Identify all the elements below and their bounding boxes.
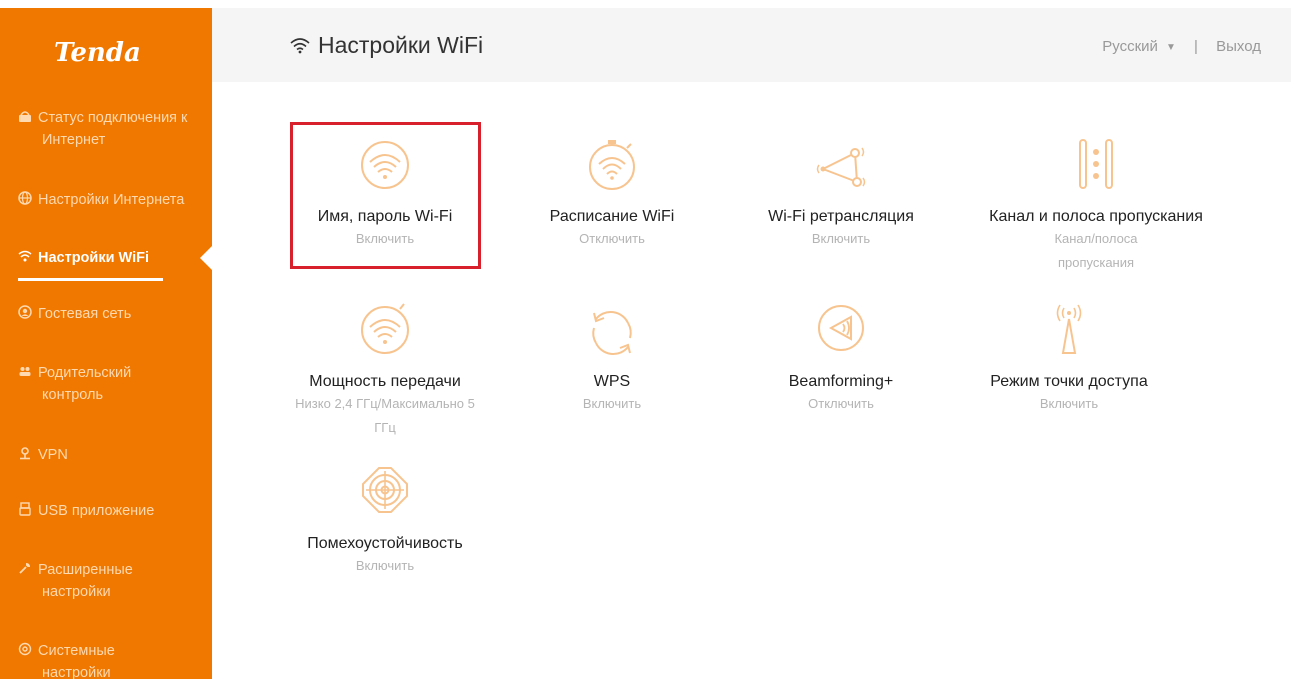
caret-down-icon: ▼ <box>1165 42 1176 53</box>
sidebar-item-vpn[interactable]: VPN <box>18 444 208 466</box>
sidebar-item-label: Расширенные <box>38 562 133 578</box>
header-actions: Русский ▼ | Выход <box>1102 38 1261 55</box>
page-title-text: Настройки WiFi <box>318 32 484 58</box>
guest-network-icon <box>18 305 32 319</box>
gear-icon <box>18 642 32 656</box>
header-separator: | <box>1194 38 1198 55</box>
sidebar-item-label: USB приложение <box>38 503 155 519</box>
sidebar-item-label: VPN <box>38 447 68 463</box>
sidebar-item-label: Настройки WiFi <box>38 250 150 266</box>
tile-wps[interactable]: WPS Включить <box>517 303 707 416</box>
active-underline <box>18 278 163 281</box>
wrench-icon <box>18 561 32 575</box>
tile-access-point-mode[interactable]: Режим точки доступа Включить <box>974 303 1164 416</box>
sidebar-item-label-line2: Интернет <box>42 132 106 148</box>
tile-beamforming[interactable]: Beamforming+ Отключить <box>746 303 936 416</box>
sidebar: Tenda Статус подключения к Интернет Наст… <box>0 8 212 679</box>
tile-label: Wi-Fi ретрансляция <box>768 208 914 225</box>
channel-bandwidth-icon <box>1079 139 1113 189</box>
sidebar-item-wifi-settings[interactable]: Настройки WiFi <box>18 247 208 281</box>
tenda-logo: Tenda <box>54 38 141 68</box>
sidebar-item-label: Настройки Интернета <box>38 192 185 208</box>
sidebar-item-label: Статус подключения к <box>38 110 188 126</box>
sidebar-item-usb[interactable]: USB приложение <box>18 500 208 522</box>
tile-label: Канал и полоса пропускания <box>989 208 1203 225</box>
tile-status: Низко 2,4 ГГц/Максимально 5 ГГц <box>295 396 475 435</box>
tile-label: Расписание WiFi <box>549 208 675 225</box>
tile-status: Включить <box>582 396 642 411</box>
language-value: Русский <box>1102 38 1158 55</box>
tile-label: Имя, пароль Wi-Fi <box>317 208 453 225</box>
sidebar-item-label-line2: контроль <box>42 387 104 403</box>
language-select[interactable]: Русский ▼ <box>1102 38 1176 55</box>
logout-link[interactable]: Выход <box>1216 38 1261 55</box>
tile-anti-interference[interactable]: Помехоустойчивость Включить <box>290 465 480 578</box>
wifi-icon <box>18 249 32 263</box>
tile-status: Включить <box>1039 396 1099 411</box>
internet-status-icon <box>18 109 32 123</box>
access-point-icon <box>1056 304 1082 354</box>
sidebar-item-guest-network[interactable]: Гостевая сеть <box>18 303 208 325</box>
tile-wifi-schedule[interactable]: Расписание WiFi Отключить <box>517 138 707 251</box>
sidebar-item-advanced[interactable]: Расширенные настройки <box>18 559 208 603</box>
sidebar-item-label-line2: настройки <box>42 584 111 600</box>
tile-label: Beamforming+ <box>788 373 894 390</box>
sidebar-item-internet-settings[interactable]: Настройки Интернета <box>18 189 208 211</box>
tile-status: Включить <box>355 231 415 246</box>
tile-status: Включить <box>355 558 415 573</box>
tile-label: Помехоустойчивость <box>307 535 463 552</box>
tile-status: Включить <box>811 231 871 246</box>
tile-status: Отключить <box>579 231 645 246</box>
usb-icon <box>18 502 32 516</box>
transmit-power-icon <box>361 303 409 354</box>
tile-label: Режим точки доступа <box>990 373 1148 390</box>
vpn-icon <box>18 446 32 460</box>
sidebar-item-label: Родительский <box>38 365 132 381</box>
page-title: Настройки WiFi <box>290 32 483 59</box>
sidebar-item-label: Гостевая сеть <box>38 306 132 322</box>
tile-wifi-name-password[interactable]: Имя, пароль Wi-Fi Включить <box>290 138 480 251</box>
sidebar-item-system[interactable]: Системные настройки <box>18 640 208 679</box>
sidebar-item-label-line2: настройки <box>42 665 111 679</box>
tile-channel-bandwidth[interactable]: Канал и полоса пропускания Канал/полоса … <box>974 138 1218 275</box>
beamforming-icon <box>818 305 864 351</box>
wifi-schedule-icon <box>589 140 635 190</box>
wifi-repeater-icon <box>816 147 866 187</box>
active-pointer <box>200 246 212 270</box>
tile-wifi-repeater[interactable]: Wi-Fi ретрансляция Включить <box>746 138 936 251</box>
sidebar-item-internet-status[interactable]: Статус подключения к Интернет <box>18 107 208 151</box>
tile-transmit-power[interactable]: Мощность передачи Низко 2,4 ГГц/Максимал… <box>290 303 480 440</box>
anti-interference-icon <box>362 467 408 513</box>
parental-control-icon <box>18 364 32 378</box>
header-bar: Настройки WiFi Русский ▼ | Выход <box>212 8 1291 82</box>
wifi-icon <box>290 36 310 54</box>
tile-label: WPS <box>593 373 631 390</box>
wps-icon <box>592 310 632 356</box>
tile-label: Мощность передачи <box>309 373 461 390</box>
sidebar-item-parental-control[interactable]: Родительский контроль <box>18 362 208 406</box>
wifi-name-password-icon <box>361 141 409 189</box>
tile-status: Канал/полоса пропускания <box>1054 231 1138 270</box>
sidebar-item-label: Системные <box>38 643 115 659</box>
globe-icon <box>18 191 32 205</box>
tile-status: Отключить <box>808 396 874 411</box>
